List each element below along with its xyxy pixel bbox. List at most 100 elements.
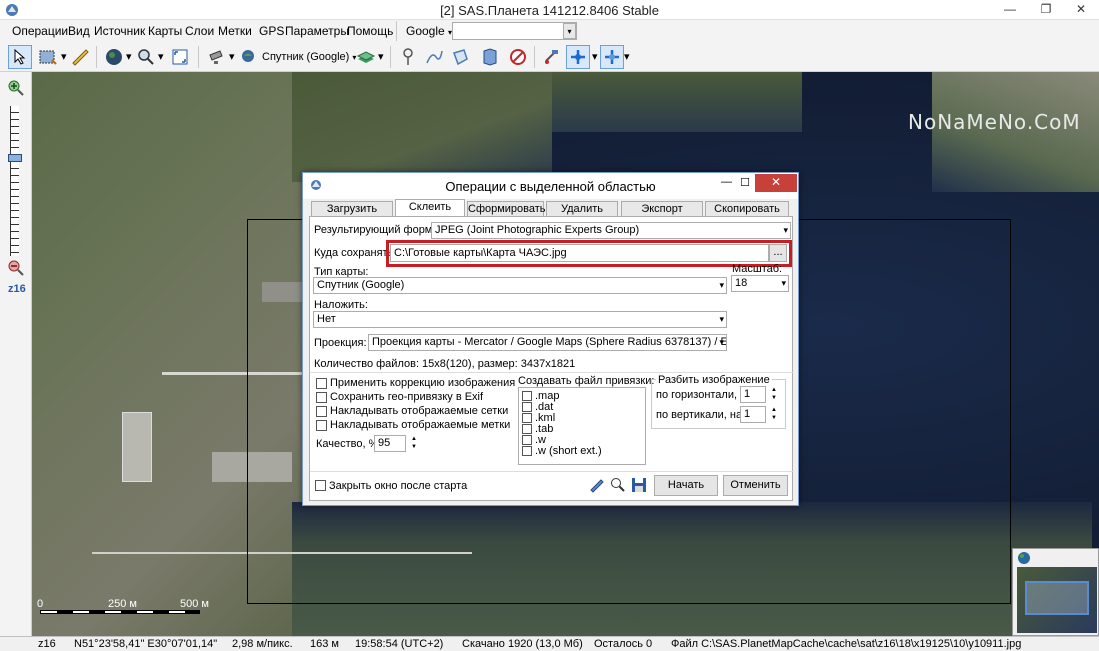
menu-settings[interactable]: Параметры <box>285 24 349 38</box>
layers-button[interactable] <box>354 45 378 69</box>
start-button[interactable]: Начать <box>654 475 718 496</box>
chevron-down-icon[interactable]: ▾ <box>229 50 235 63</box>
status-resolution: 2,98 м/пикс. <box>232 638 293 650</box>
add-polygon-button[interactable] <box>448 45 472 69</box>
dialog-minimize-button[interactable]: — <box>721 176 732 188</box>
dialog-maximize-button[interactable]: ☐ <box>740 176 750 189</box>
map-source-button[interactable] <box>204 45 228 69</box>
chevron-down-icon[interactable]: ▾ <box>126 50 132 63</box>
tab-copy[interactable]: Скопировать <box>705 201 789 216</box>
chevron-down-icon[interactable]: ▾ <box>378 50 384 63</box>
scale-label: 0 <box>37 598 44 610</box>
hide-marks-button[interactable] <box>506 45 530 69</box>
zoom-slider-thumb[interactable] <box>8 154 22 162</box>
geo-exif-checkbox[interactable] <box>316 392 327 403</box>
search-dropdown-button[interactable]: ▾ <box>563 23 576 39</box>
dialog-close-button[interactable]: ✕ <box>755 174 797 192</box>
overlay-grids-checkbox[interactable] <box>316 406 327 417</box>
gps-center-button[interactable] <box>600 45 624 69</box>
tab-export[interactable]: Экспорт <box>621 201 703 216</box>
ruler-tool-button[interactable] <box>68 45 92 69</box>
zoom-tool-button[interactable] <box>134 45 158 69</box>
gps-track-button[interactable] <box>566 45 590 69</box>
watermark: NoNaMeNo.CoM <box>908 110 1081 134</box>
split-h-input[interactable]: 1 <box>740 386 766 403</box>
statusbar: z16 N51°23'58,41" E30°07'01,14" 2,98 м/п… <box>0 636 1099 651</box>
placemarks-button[interactable] <box>478 45 502 69</box>
status-remaining: Осталось 0 <box>594 638 653 650</box>
zoom-in-button[interactable] <box>8 80 24 99</box>
map-type-select[interactable]: Спутник (Google) ▾ <box>313 277 727 294</box>
geofile-checkbox[interactable] <box>522 424 532 434</box>
selection-tool-button[interactable] <box>36 45 60 69</box>
menu-help[interactable]: Помощь <box>347 24 393 38</box>
tab-stitch[interactable]: Склеить <box>395 199 465 217</box>
chevron-down-icon[interactable]: ▾ <box>624 50 630 63</box>
search-provider-combo[interactable]: Google ▾ <box>406 24 452 38</box>
split-v-spinner[interactable]: ▲ ▼ <box>768 406 780 423</box>
gps-button[interactable] <box>540 45 564 69</box>
geofile-checkbox[interactable] <box>522 413 532 423</box>
menu-maps[interactable]: Карты <box>148 24 182 38</box>
geofile-checkbox[interactable] <box>522 435 532 445</box>
quality-input[interactable]: 95 <box>374 435 406 452</box>
placemarks-icon <box>483 48 497 66</box>
overlay-marks-checkbox[interactable] <box>316 420 327 431</box>
menu-layers[interactable]: Слои <box>185 24 214 38</box>
zoom-out-button[interactable] <box>8 260 24 279</box>
chevron-down-icon[interactable]: ▾ <box>61 50 67 63</box>
chevron-down-icon[interactable]: ▾ <box>158 50 164 63</box>
minimap-viewport[interactable] <box>1025 581 1089 615</box>
split-h-spinner[interactable]: ▲ ▼ <box>768 386 780 403</box>
tab-delete[interactable]: Удалить <box>546 201 618 216</box>
chevron-down-icon[interactable]: ▾ <box>592 50 598 63</box>
cancel-button[interactable]: Отменить <box>723 475 788 496</box>
image-correction-checkbox[interactable] <box>316 378 327 389</box>
quality-spinner[interactable]: ▲ ▼ <box>408 435 420 452</box>
cursor-icon <box>14 49 26 65</box>
separator <box>198 46 199 68</box>
geofile-checkbox[interactable] <box>522 402 532 412</box>
globe-button[interactable] <box>102 45 126 69</box>
pointer-tool-button[interactable] <box>8 45 32 69</box>
scale-select[interactable]: 18 ▾ <box>731 275 789 292</box>
zoom-to-selection-button[interactable] <box>610 477 626 496</box>
minimap[interactable] <box>1012 548 1099 636</box>
projection-select[interactable]: Проекция карты - Mercator / Google Maps … <box>368 334 727 351</box>
split-v-input[interactable]: 1 <box>740 406 766 423</box>
quality-label: Качество, % <box>316 438 379 450</box>
status-coords: N51°23'58,41" E30°07'01,14" <box>74 638 218 650</box>
overlay-marks-label: Накладывать отображаемые метки <box>330 419 511 431</box>
geofile-checkbox[interactable] <box>522 446 532 456</box>
geofile-checkbox[interactable] <box>522 391 532 401</box>
minimize-button[interactable]: — <box>995 0 1025 20</box>
minimap-globe-icon[interactable] <box>1017 551 1031 568</box>
menu-view[interactable]: Вид <box>68 24 90 38</box>
menu-gps[interactable]: GPS <box>259 24 284 38</box>
menu-marks[interactable]: Метки <box>218 24 252 38</box>
map-type-icon <box>240 49 256 63</box>
status-file: Файл C:\SAS.PlanetMapCache\cache\sat\z16… <box>671 638 1022 650</box>
add-path-button[interactable] <box>422 45 446 69</box>
save-settings-button[interactable] <box>631 477 647 496</box>
menu-source[interactable]: Источник <box>94 24 145 38</box>
save-path-label: Куда сохранять: <box>314 247 397 259</box>
zoom-slider[interactable] <box>8 106 22 256</box>
wrench-icon <box>590 479 604 493</box>
magnifier-icon <box>611 478 625 492</box>
tab-download[interactable]: Загрузить <box>311 201 393 216</box>
close-button[interactable]: ✕ <box>1066 0 1096 20</box>
no-entry-icon <box>510 49 526 65</box>
search-input[interactable] <box>452 22 577 40</box>
map-combo[interactable]: Спутник (Google) ▾ <box>262 51 356 63</box>
format-select[interactable]: JPEG (Joint Photographic Experts Group) ▾ <box>431 222 791 239</box>
geofile-label: Создавать файл привязки: <box>518 375 655 387</box>
fullscreen-button[interactable] <box>168 45 192 69</box>
overlay-select[interactable]: Нет ▾ <box>313 311 727 328</box>
tab-generate[interactable]: Сформировать <box>467 201 546 216</box>
restore-button[interactable]: ❐ <box>1031 0 1061 20</box>
menu-operations[interactable]: Операции <box>12 24 68 38</box>
tools-button[interactable] <box>589 477 605 496</box>
close-after-start-checkbox[interactable] <box>315 480 326 491</box>
add-placemark-button[interactable] <box>396 45 420 69</box>
